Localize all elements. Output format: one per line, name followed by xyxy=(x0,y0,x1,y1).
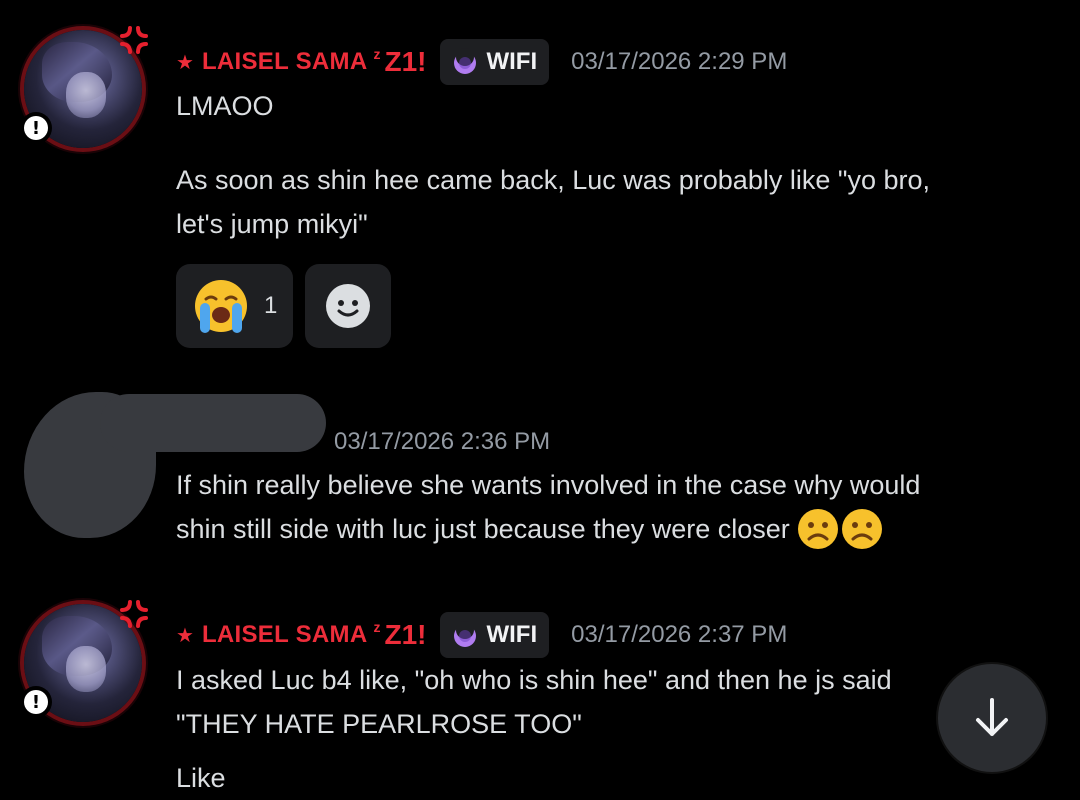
status-icon: ! xyxy=(20,686,52,718)
message-line: As soon as shin hee came back, Luc was p… xyxy=(176,165,930,195)
username[interactable]: LAISEL SAMA xyxy=(202,48,368,76)
status-icon: ! xyxy=(20,112,52,144)
username-decoration: z Z1! xyxy=(373,46,427,77)
arrow-down-icon xyxy=(976,698,1008,736)
message-line: If shin really believe she wants involve… xyxy=(176,470,921,500)
message-header: ★ LAISEL SAMA z Z1! WIFI 03/17/2026 2:37 … xyxy=(176,611,787,659)
message-line: "THEY HATE PEARLROSE TOO" xyxy=(176,709,582,739)
message-line: I asked Luc b4 like, "oh who is shin hee… xyxy=(176,665,892,695)
slightly-frowning-face-icon xyxy=(841,509,882,549)
reactions-bar: 1 xyxy=(176,264,392,348)
timestamp[interactable]: 03/17/2026 2:37 PM xyxy=(571,621,787,649)
message-line: LMAOO xyxy=(176,91,274,121)
avatar[interactable]: ! xyxy=(20,600,148,722)
jump-to-bottom-button[interactable] xyxy=(938,664,1046,772)
message-content: LMAOO As soon as shin hee came back, Luc… xyxy=(176,84,1036,246)
reaction-loudly-crying[interactable]: 1 xyxy=(176,264,294,348)
smiley-face-icon xyxy=(326,284,371,328)
message-header: 03/17/2026 2:36 PM xyxy=(176,418,550,466)
username[interactable]: LAISEL SAMA xyxy=(202,621,368,649)
message-header: ★ LAISEL SAMA z Z1! WIFI 03/17/2026 2:29 … xyxy=(176,38,787,86)
star-icon: ★ xyxy=(176,51,194,74)
crescent-icon xyxy=(454,48,477,74)
guild-tag[interactable]: WIFI xyxy=(440,39,550,85)
message-line: shin still side with luc just because th… xyxy=(176,507,1036,551)
star-icon: ★ xyxy=(176,624,194,647)
message-content: If shin really believe she wants involve… xyxy=(176,463,1036,551)
guild-tag[interactable]: WIFI xyxy=(440,612,550,658)
guild-tag-label: WIFI xyxy=(486,48,538,75)
slightly-frowning-face-icon xyxy=(797,509,838,549)
reaction-count: 1 xyxy=(264,292,278,319)
guild-tag-label: WIFI xyxy=(486,621,538,648)
timestamp[interactable]: 03/17/2026 2:29 PM xyxy=(571,48,787,76)
anger-symbol-icon xyxy=(120,26,148,54)
timestamp[interactable]: 03/17/2026 2:36 PM xyxy=(334,428,550,456)
message-line: Like xyxy=(176,763,226,793)
add-reaction-button[interactable] xyxy=(305,264,392,348)
anger-symbol-icon xyxy=(120,600,148,628)
avatar[interactable]: ! xyxy=(20,26,148,148)
message-line: let's jump mikyi" xyxy=(176,209,368,239)
crescent-icon xyxy=(454,621,477,647)
message-content: I asked Luc b4 like, "oh who is shin hee… xyxy=(176,658,1036,800)
loudly-crying-face-icon xyxy=(195,280,247,333)
username-decoration: z Z1! xyxy=(373,619,427,650)
